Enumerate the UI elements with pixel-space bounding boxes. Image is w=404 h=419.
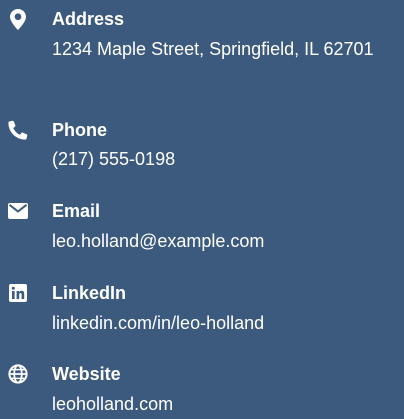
website-value[interactable]: leoholland.com: [52, 391, 404, 417]
email-title: Email: [52, 201, 101, 221]
contact-list: Address 1234 Maple Street, Springfield, …: [0, 0, 404, 419]
globe-icon: [7, 363, 29, 385]
address-value: 1234 Maple Street, Springfield, IL 62701: [52, 39, 374, 59]
phone-title: Phone: [52, 120, 108, 140]
linkedin-title: LinkedIn: [52, 283, 127, 303]
phone-value: (217) 555-0198: [52, 149, 176, 169]
website-title: Website: [52, 364, 121, 384]
linkedin-value[interactable]: linkedin.com/in/leo-holland: [52, 310, 404, 336]
envelope-icon: [7, 200, 29, 222]
email-value: leo.holland@example.com: [52, 231, 265, 251]
address-title: Address: [52, 9, 125, 29]
phone-icon: [7, 119, 29, 141]
linkedin-icon: [7, 282, 29, 304]
map-pin-icon: [7, 8, 29, 30]
